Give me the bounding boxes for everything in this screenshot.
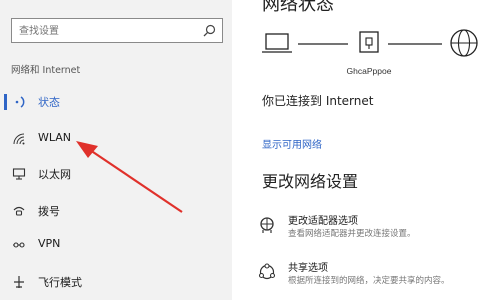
adapter-icon xyxy=(260,217,274,233)
sidebar-item-wlan[interactable]: WLAN xyxy=(0,125,232,153)
wifi-icon xyxy=(13,133,25,145)
main-content: 网络状态 GhcaPppoe 你已连接到 Internet 显示可用网络 更改网… xyxy=(232,0,480,300)
globe-icon xyxy=(450,29,478,57)
sidebar-item-label: 飞行模式 xyxy=(38,276,82,289)
vpn-icon xyxy=(13,242,25,248)
search-box[interactable] xyxy=(11,18,223,43)
sidebar: 网络和 Internet 状态 WLAN 以太网 拨号 xyxy=(0,0,232,300)
sidebar-item-label: 拨号 xyxy=(38,205,60,218)
option-title: 更改适配器选项 xyxy=(288,216,358,227)
sidebar-item-label: VPN xyxy=(38,237,61,250)
airplane-icon xyxy=(14,276,24,288)
status-icon xyxy=(15,96,25,108)
sidebar-item-vpn[interactable]: VPN xyxy=(0,231,232,259)
search-icon[interactable] xyxy=(203,24,216,37)
sidebar-item-status[interactable]: 状态 xyxy=(0,88,232,116)
search-input[interactable] xyxy=(12,20,192,43)
sidebar-item-label: 状态 xyxy=(38,96,60,109)
sidebar-item-dialup[interactable]: 拨号 xyxy=(0,197,232,225)
change-adapter-options[interactable]: 更改适配器选项 查看网络适配器并更改连接设置。 xyxy=(258,212,480,248)
connection-status: 你已连接到 Internet xyxy=(262,94,374,108)
router-icon xyxy=(359,31,379,53)
show-available-networks-link[interactable]: 显示可用网络 xyxy=(262,136,322,151)
change-network-settings-heading: 更改网络设置 xyxy=(262,172,359,191)
dialup-icon xyxy=(13,206,25,216)
sharing-options[interactable]: 共享选项 根据所连接到的网络，决定要共享的内容。 xyxy=(258,259,480,295)
sidebar-section-title: 网络和 Internet xyxy=(11,65,81,76)
option-title: 共享选项 xyxy=(288,263,328,274)
ethernet-icon xyxy=(12,168,26,180)
option-description: 查看网络适配器并更改连接设置。 xyxy=(288,229,416,239)
option-description: 根据所连接到的网络，决定要共享的内容。 xyxy=(288,276,450,286)
sidebar-item-airplane[interactable]: 飞行模式 xyxy=(0,268,232,296)
sidebar-item-label: 以太网 xyxy=(38,168,71,181)
sharing-icon xyxy=(258,263,276,280)
diagram-label: GhcaPppoe xyxy=(347,66,392,76)
laptop-icon xyxy=(262,33,292,53)
sidebar-item-label: WLAN xyxy=(38,131,72,144)
page-title: 网络状态 xyxy=(262,0,334,15)
sidebar-item-ethernet[interactable]: 以太网 xyxy=(0,160,232,188)
network-diagram: GhcaPppoe xyxy=(262,29,478,76)
